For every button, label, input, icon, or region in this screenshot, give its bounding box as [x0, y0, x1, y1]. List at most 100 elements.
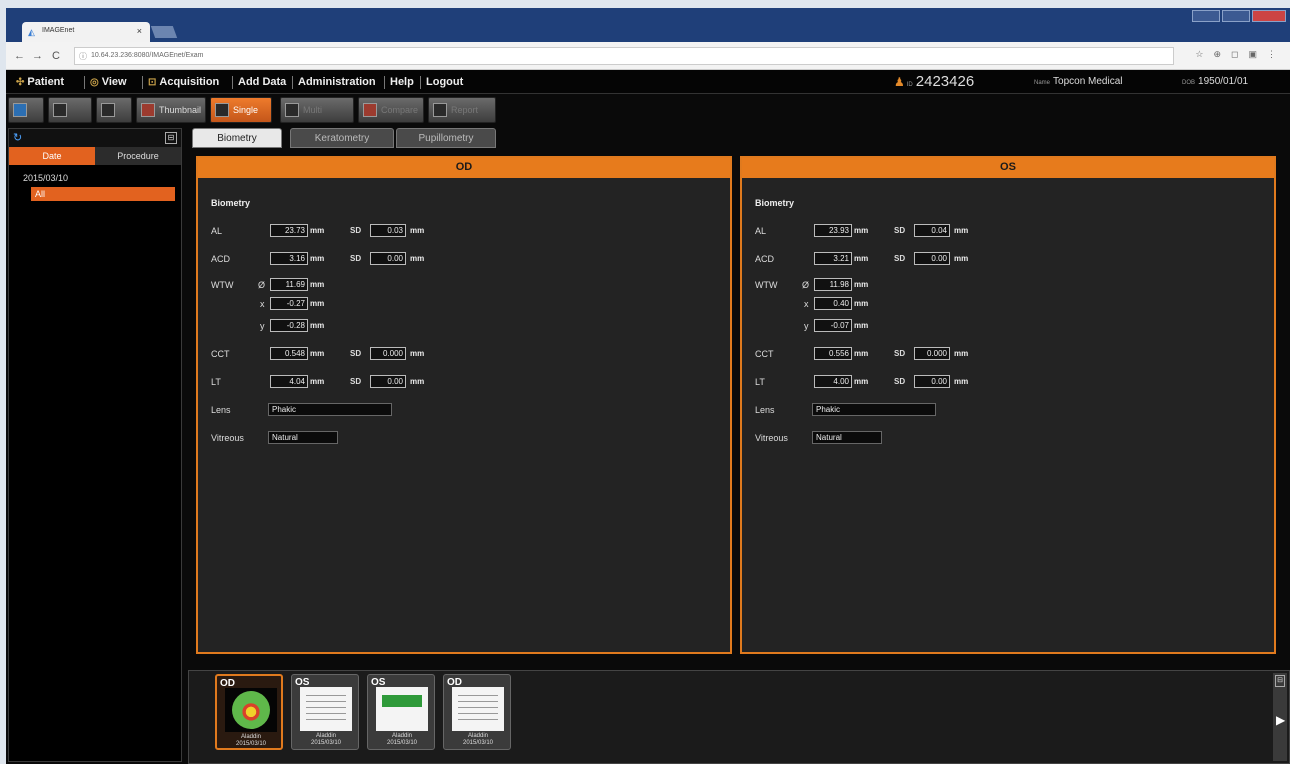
mm-unit: mm [854, 254, 869, 263]
patient-id-label: ID [906, 82, 913, 88]
topography-map-image [225, 688, 277, 732]
export-button[interactable] [96, 97, 132, 123]
menu-administration[interactable]: Administration [298, 76, 376, 88]
patient-id-value: 2423426 [915, 73, 975, 90]
thumbnail-date: 2015/03/10 [386, 740, 418, 746]
menu-add-data[interactable]: Add Data [238, 76, 286, 88]
close-window-button[interactable] [1252, 10, 1286, 22]
compare-view-button[interactable]: Compare [358, 97, 424, 123]
patient-id-display: ♟ ID 2423426 [894, 73, 974, 90]
tab-keratometry[interactable]: Keratometry [290, 128, 394, 148]
thumbnail-caption: Aladdin 2015/03/10 [370, 733, 434, 747]
diameter-label: Ø [258, 280, 266, 290]
os-acd-sd-value: 0.00 [914, 252, 950, 265]
url-input[interactable]: ⓘ 10.64.23.236:8080/IMAGEnet/Exam [74, 47, 1174, 65]
thumbnail-view-button[interactable]: Thumbnail [136, 97, 206, 123]
collapse-strip-icon[interactable]: ⊟ [1275, 675, 1285, 687]
mm-unit: mm [954, 377, 969, 386]
od-lens-field: Phakic [268, 403, 392, 416]
mm-unit: mm [854, 377, 869, 386]
od-acd-value: 3.16 [270, 252, 308, 265]
browser-tab[interactable]: ◭ IMAGEnet × [22, 22, 150, 42]
os-lens-field: Phakic [812, 403, 936, 416]
thumbnail-date: 2015/03/10 [310, 740, 342, 746]
sd-label: SD [350, 349, 362, 358]
tab-pupillometry[interactable]: Pupillometry [396, 128, 496, 148]
sd-label: SD [894, 226, 906, 235]
exam-list-header: ↻ ⊟ [9, 129, 181, 147]
mm-unit: mm [410, 377, 425, 386]
multi-icon [285, 103, 299, 117]
edit-icon [53, 103, 67, 117]
extension-icon[interactable]: ▣ [1248, 49, 1257, 60]
bookmark-star-icon[interactable]: ☆ [1195, 49, 1203, 60]
mm-unit: mm [954, 226, 969, 235]
menu-logout[interactable]: Logout [426, 76, 463, 88]
al-label: AL [211, 226, 223, 236]
thumbnail-item[interactable]: OS Aladdin 2015/03/10 [291, 674, 359, 750]
extension-icon[interactable]: ⊕ [1213, 49, 1221, 60]
menu-help[interactable]: Help [390, 76, 414, 88]
single-view-button[interactable]: Single [210, 97, 272, 123]
edit-button[interactable] [48, 97, 92, 123]
collapse-panel-icon[interactable]: ⊟ [165, 132, 177, 144]
report-chart-image [376, 687, 428, 731]
sd-label: SD [350, 254, 362, 263]
sd-label: SD [894, 377, 906, 386]
menu-divider [384, 76, 385, 89]
refresh-icon[interactable]: ↻ [13, 131, 22, 144]
tab-procedure[interactable]: Procedure [95, 147, 181, 165]
acd-label: ACD [211, 254, 231, 264]
forward-icon[interactable]: → [32, 50, 43, 62]
report-label: Report [451, 105, 479, 115]
od-al-value: 23.73 [270, 224, 308, 237]
exam-all-item[interactable]: All [31, 187, 175, 201]
mm-unit: mm [310, 299, 325, 308]
close-tab-icon[interactable]: × [137, 26, 142, 36]
save-button[interactable] [8, 97, 44, 123]
extension-icon[interactable]: ◻ [1231, 49, 1238, 60]
lens-label: Lens [755, 405, 775, 415]
tab-biometry[interactable]: Biometry [192, 128, 282, 148]
minimize-button[interactable] [1192, 10, 1220, 22]
menu-patient[interactable]: ✣ Patient [16, 76, 64, 88]
reload-icon[interactable]: C [52, 50, 60, 62]
browser-menu-icon[interactable]: ⋮ [1267, 49, 1276, 60]
thumbnail-icon [141, 103, 155, 117]
maximize-button[interactable] [1222, 10, 1250, 22]
mm-unit: mm [854, 280, 869, 289]
mm-unit: mm [854, 299, 869, 308]
thumbnail-item[interactable]: OD Aladdin 2015/03/10 [443, 674, 511, 750]
od-cct-sd-value: 0.000 [370, 347, 406, 360]
y-label: y [804, 321, 809, 331]
report-view-button[interactable]: Report [428, 97, 496, 123]
menu-divider [292, 76, 293, 89]
menu-divider [142, 76, 143, 89]
menu-view[interactable]: ◎ View [90, 76, 127, 88]
al-label: AL [755, 226, 767, 236]
next-arrow-icon[interactable]: ▶ [1276, 713, 1285, 727]
menu-divider [84, 76, 85, 89]
y-label: y [260, 321, 265, 331]
thumbnail-item[interactable]: OD Aladdin 2015/03/10 [215, 674, 283, 750]
os-vitreous-field: Natural [812, 431, 882, 444]
toolbar: Thumbnail Single Multi Compare Report [6, 94, 1290, 126]
multi-view-button[interactable]: Multi [280, 97, 354, 123]
imagenet-app: ✣ Patient ◎ View ⊡ Acquisition Add Data Adm… [6, 70, 1290, 764]
patient-dob-label: DOB [1182, 80, 1196, 86]
thumbnail-strip: OD Aladdin 2015/03/10 OS Aladdin 2015/03/1… [188, 670, 1290, 764]
menu-acquisition[interactable]: ⊡ Acquisition [148, 76, 219, 88]
tab-date[interactable]: Date [9, 147, 95, 165]
back-icon[interactable]: ← [14, 50, 25, 62]
od-wtw-x-value: -0.27 [270, 297, 308, 310]
thumbnail-item[interactable]: OS Aladdin 2015/03/10 [367, 674, 435, 750]
new-tab-button[interactable] [150, 26, 178, 38]
exam-date-node[interactable]: 2015/03/10 [23, 173, 181, 183]
x-label: x [804, 299, 809, 309]
menu-bar: ✣ Patient ◎ View ⊡ Acquisition Add Data Adm… [6, 70, 1290, 94]
od-lt-value: 4.04 [270, 375, 308, 388]
mm-unit: mm [410, 349, 425, 358]
single-label: Single [233, 105, 259, 115]
os-al-sd-value: 0.04 [914, 224, 950, 237]
mm-unit: mm [310, 254, 325, 263]
